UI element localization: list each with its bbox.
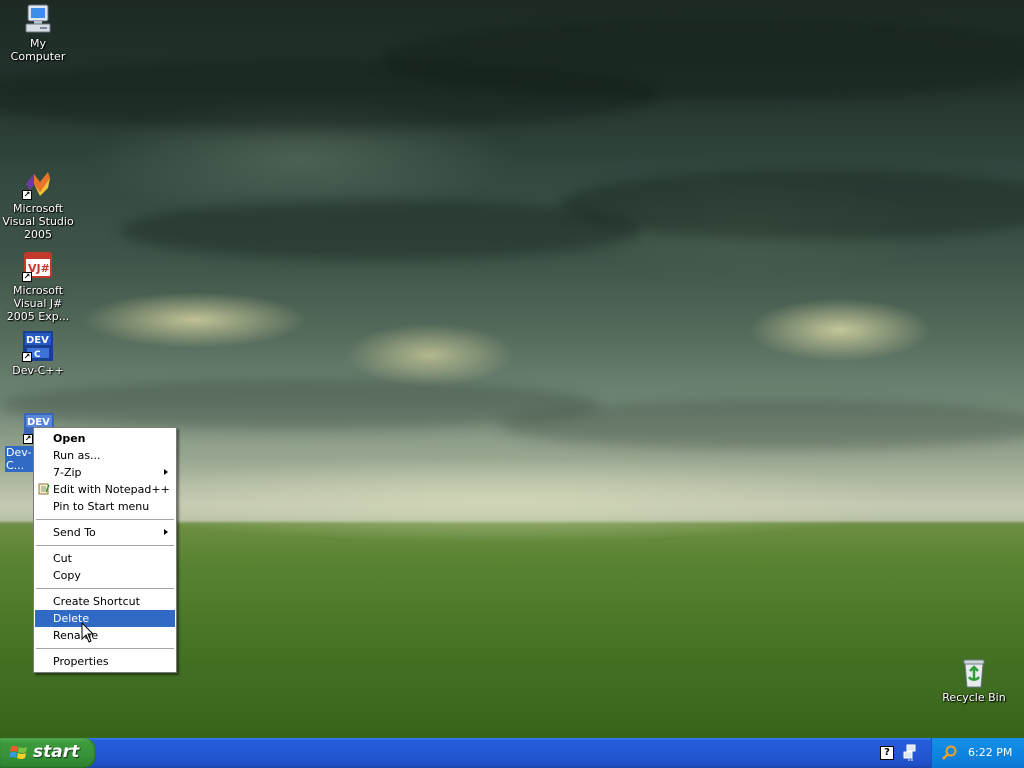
menu-item-label: Send To xyxy=(53,526,96,539)
network-icon[interactable] xyxy=(903,744,917,762)
start-button[interactable]: start xyxy=(0,738,96,768)
dev-cpp-icon: DEV C ↗ xyxy=(22,330,54,362)
menu-item-edit-with-notepad[interactable]: Edit with Notepad++ xyxy=(35,481,175,498)
menu-separator xyxy=(36,519,174,520)
menu-item-delete[interactable]: Delete xyxy=(35,610,175,627)
menu-separator xyxy=(36,588,174,589)
menu-item-pin-to-start[interactable]: Pin to Start menu xyxy=(35,498,175,515)
menu-item-label: Cut xyxy=(53,552,72,565)
menu-item-send-to[interactable]: Send To xyxy=(35,524,175,541)
start-label: start xyxy=(33,742,80,762)
menu-item-label: Copy xyxy=(53,569,81,582)
desktop-icon-label: Dev-C... xyxy=(5,446,35,472)
notepad-icon xyxy=(38,483,50,495)
menu-item-open[interactable]: Open xyxy=(35,430,175,447)
desktop-icon-visual-studio[interactable]: ↗ Microsoft Visual Studio 2005 xyxy=(0,168,76,241)
menu-item-label: Create Shortcut xyxy=(53,595,140,608)
help-icon[interactable]: ? xyxy=(880,746,894,760)
visual-jsharp-icon: VJ# ↗ xyxy=(22,250,54,282)
desktop-icon-dev-cpp-selected[interactable]: DEV ↗ Dev-C... xyxy=(0,412,54,472)
menu-item-label: 7-Zip xyxy=(53,466,82,479)
recycle-bin-icon xyxy=(958,657,990,689)
menu-item-label: Pin to Start menu xyxy=(53,500,150,513)
menu-separator xyxy=(36,545,174,546)
submenu-arrow-icon xyxy=(164,469,168,475)
menu-item-7zip[interactable]: 7-Zip xyxy=(35,464,175,481)
mouse-cursor-icon xyxy=(81,622,95,643)
my-computer-icon xyxy=(22,3,54,35)
menu-item-run-as[interactable]: Run as... xyxy=(35,447,175,464)
shortcut-arrow-icon: ↗ xyxy=(22,190,32,200)
desktop-icon-visual-jsharp[interactable]: VJ# ↗ Microsoft Visual J# 2005 Exp... xyxy=(0,250,76,323)
svg-text:C: C xyxy=(34,350,41,360)
menu-item-label: Open xyxy=(53,432,86,445)
desktop-icon-label: Microsoft Visual Studio 2005 xyxy=(2,202,74,241)
menu-separator xyxy=(36,648,174,649)
menu-item-label: Run as... xyxy=(53,449,101,462)
menu-item-label: Edit with Notepad++ xyxy=(53,483,170,496)
menu-item-rename[interactable]: Rename xyxy=(35,627,175,644)
windows-logo-icon xyxy=(10,746,27,759)
desktop-icon-recycle-bin[interactable]: Recycle Bin xyxy=(936,657,1012,704)
desktop-icon-label: Microsoft Visual J# 2005 Exp... xyxy=(6,284,70,323)
svg-text:DEV: DEV xyxy=(26,335,49,346)
context-menu: Open Run as... 7-Zip Edit with Notepad++… xyxy=(33,427,177,673)
desktop-icon-my-computer[interactable]: My Computer xyxy=(0,3,76,63)
search-icon[interactable] xyxy=(942,745,958,761)
desktop-icon-label: Recycle Bin xyxy=(942,691,1006,704)
desktop-icon-label: My Computer xyxy=(10,37,66,63)
desktop-icon-label: Dev-C++ xyxy=(12,364,64,377)
taskbar: start 6:22 PM xyxy=(0,738,1024,768)
desktop-icon-dev-cpp[interactable]: DEV C ↗ Dev-C++ xyxy=(0,330,76,377)
system-tray: 6:22 PM xyxy=(931,738,1024,768)
visual-studio-icon: ↗ xyxy=(22,168,54,200)
shortcut-arrow-icon: ↗ xyxy=(23,434,33,444)
menu-item-copy[interactable]: Copy xyxy=(35,567,175,584)
clock[interactable]: 6:22 PM xyxy=(968,746,1012,759)
menu-item-properties[interactable]: Properties xyxy=(35,653,175,670)
shortcut-arrow-icon: ↗ xyxy=(22,272,32,282)
shortcut-arrow-icon: ↗ xyxy=(22,352,32,362)
menu-item-create-shortcut[interactable]: Create Shortcut xyxy=(35,593,175,610)
menu-item-cut[interactable]: Cut xyxy=(35,550,175,567)
submenu-arrow-icon xyxy=(164,529,168,535)
menu-item-label: Properties xyxy=(53,655,109,668)
